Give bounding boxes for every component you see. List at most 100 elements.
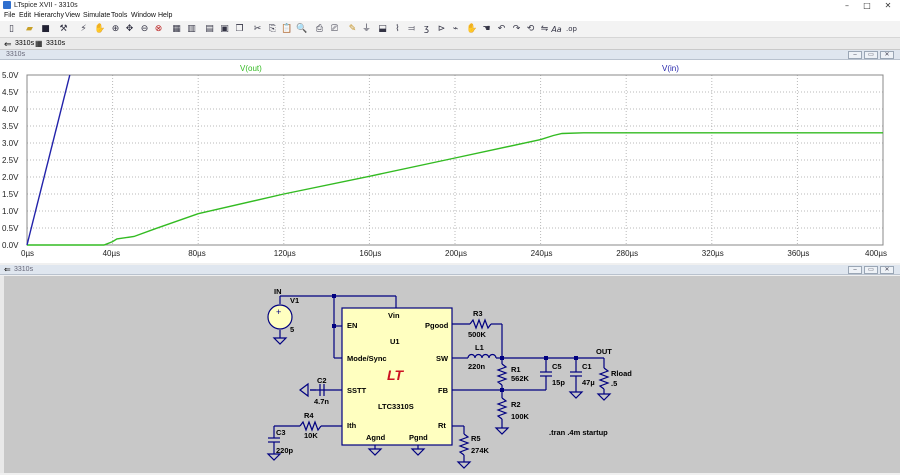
zoom-fit-icon[interactable]: ⊗ [153, 24, 164, 35]
component-icon[interactable]: ⌁ [450, 24, 461, 35]
save-icon[interactable]: ■ [40, 24, 51, 35]
undo-icon[interactable]: ↶ [496, 24, 507, 35]
c3-value: 220p [276, 446, 294, 455]
l1-name: L1 [475, 343, 484, 352]
minimize-button[interactable]: – [838, 0, 856, 11]
y-tick-label: 0.5V [2, 224, 19, 233]
schematic-close-button[interactable]: ✕ [880, 266, 894, 274]
spice-directive[interactable]: .tran .4m startup [549, 428, 608, 437]
diode-icon[interactable]: ⊳ [436, 24, 447, 35]
schematic-minimize-button[interactable]: – [848, 266, 862, 274]
toolbar: ▯ ▰ ■ ⚒ ⚡ ✋ ⊕ ✥ ⊖ ⊗ ▦ ▥ ▤ ▣ ❐ ✂ ⎘ 📋 🔍 ⎙ … [0, 21, 900, 38]
cut-icon[interactable]: ✂ [252, 24, 263, 35]
rload-name: Rload [611, 369, 632, 378]
pin-sstt: SSTT [347, 386, 367, 395]
schematic-restore-button[interactable]: ▭ [864, 266, 878, 274]
window-title: LTspice XVII - 3310s [14, 2, 78, 9]
control-panel-icon[interactable]: ⚒ [58, 24, 69, 35]
autorange-y-icon[interactable]: ▥ [186, 24, 197, 35]
rload-value: .5 [611, 379, 617, 388]
label-net-icon[interactable]: ⬓ [377, 24, 388, 35]
menu-help[interactable]: Help [158, 11, 172, 21]
print-preview-icon[interactable]: ⎚ [329, 24, 340, 35]
open-folder-icon[interactable]: ▰ [24, 24, 35, 35]
menu-file[interactable]: File [4, 11, 15, 21]
print-icon[interactable]: ⎙ [314, 24, 325, 35]
x-tick-label: 200µs [445, 249, 467, 258]
menu-simulate[interactable]: Simulate [83, 11, 110, 21]
spice-directive-icon[interactable]: .op [566, 24, 577, 35]
tile-vertical-icon[interactable]: ▣ [219, 24, 230, 35]
maximize-button[interactable]: □ [858, 0, 876, 11]
menu-edit[interactable]: Edit [19, 11, 31, 21]
y-tick-label: 4.0V [2, 105, 19, 114]
halt-icon[interactable]: ✋ [94, 24, 105, 35]
schematic-pane-header: ⇐ 3310s – ▭ ✕ [0, 265, 900, 275]
x-tick-label: 360µs [787, 249, 809, 258]
schematic-svg[interactable]: + LT Vin EN Mode/Sync SSTT Ith Pgood SW … [4, 276, 900, 473]
plot-restore-button[interactable]: ▭ [864, 51, 878, 59]
cascade-icon[interactable]: ❐ [234, 24, 245, 35]
close-button[interactable]: ✕ [879, 0, 897, 11]
x-tick-label: 280µs [616, 249, 638, 258]
x-tick-label: 320µs [702, 249, 724, 258]
tab-waveform-3310s[interactable]: 3310s [15, 38, 34, 50]
text-icon[interactable]: Aa [551, 24, 562, 35]
menu-tools[interactable]: Tools [111, 11, 127, 21]
redo-icon[interactable]: ↷ [511, 24, 522, 35]
net-label-out: OUT [596, 347, 612, 356]
v1-name: V1 [290, 296, 299, 305]
plot-close-button[interactable]: ✕ [880, 51, 894, 59]
trace-label-vout[interactable]: V(out) [240, 64, 262, 73]
rotate-icon[interactable]: ⟲ [525, 24, 536, 35]
c1-name: C1 [582, 362, 592, 371]
ground-icon[interactable]: ⏚ [361, 24, 372, 35]
tab-schematic-3310s[interactable]: 3310s [46, 38, 65, 50]
menu-window[interactable]: Window [131, 11, 156, 21]
menu-bar: File Edit Hierarchy View Simulate Tools … [0, 11, 900, 21]
pin-agnd: Agnd [366, 433, 386, 442]
resistor-icon[interactable]: ⌇ [392, 24, 403, 35]
y-tick-label: 4.5V [2, 88, 19, 97]
move-icon[interactable]: ✋ [466, 24, 477, 35]
run-icon[interactable]: ⚡ [78, 24, 89, 35]
plot-minimize-button[interactable]: – [848, 51, 862, 59]
l1-value: 220n [468, 362, 486, 371]
r4-name: R4 [304, 411, 314, 420]
x-tick-label: 40µs [103, 249, 121, 258]
trace-label-vin[interactable]: V(in) [662, 64, 679, 73]
c3-name: C3 [276, 428, 286, 437]
tile-horizontal-icon[interactable]: ▤ [204, 24, 215, 35]
ic-refdes: U1 [390, 337, 400, 346]
r1-value: 562K [511, 374, 530, 383]
draw-wire-icon[interactable]: ✎ [347, 24, 358, 35]
drag-icon[interactable]: ☚ [481, 24, 492, 35]
pin-en: EN [347, 321, 357, 330]
pan-icon[interactable]: ✥ [124, 24, 135, 35]
waveform-plot[interactable]: 0µs 40µs 80µs 120µs 160µs 200µs 240µs 280µs 320µ… [0, 60, 900, 263]
autorange-icon[interactable]: ▦ [171, 24, 182, 35]
x-tick-label: 120µs [274, 249, 296, 258]
menu-hierarchy[interactable]: Hierarchy [34, 11, 64, 21]
schematic-canvas[interactable]: + LT Vin EN Mode/Sync SSTT Ith Pgood SW … [0, 276, 900, 473]
paste-icon[interactable]: 📋 [281, 24, 292, 35]
menu-view[interactable]: View [65, 11, 80, 21]
waveform-plot-svg[interactable]: 0µs 40µs 80µs 120µs 160µs 200µs 240µs 280µs 320µ… [0, 60, 900, 263]
r4-value: 10K [304, 431, 318, 440]
y-tick-label: 2.0V [2, 173, 19, 182]
waveform-icon: ⇐ [4, 39, 12, 49]
zoom-in-icon[interactable]: ⊕ [110, 24, 121, 35]
zoom-out-icon[interactable]: ⊖ [139, 24, 150, 35]
inductor-icon[interactable]: ʒ [421, 24, 432, 35]
c5-name: C5 [552, 362, 562, 371]
capacitor-icon[interactable]: ⫤ [406, 24, 417, 35]
copy-icon[interactable]: ⎘ [267, 24, 278, 35]
r2-name: R2 [511, 400, 521, 409]
r3-value: 500K [468, 330, 487, 339]
y-tick-label: 0.0V [2, 241, 19, 250]
mirror-icon[interactable]: ⇋ [539, 24, 550, 35]
new-schematic-icon[interactable]: ▯ [6, 24, 17, 35]
ltspice-app-icon [3, 1, 11, 9]
y-tick-label: 3.0V [2, 139, 19, 148]
find-icon[interactable]: 🔍 [296, 24, 307, 35]
